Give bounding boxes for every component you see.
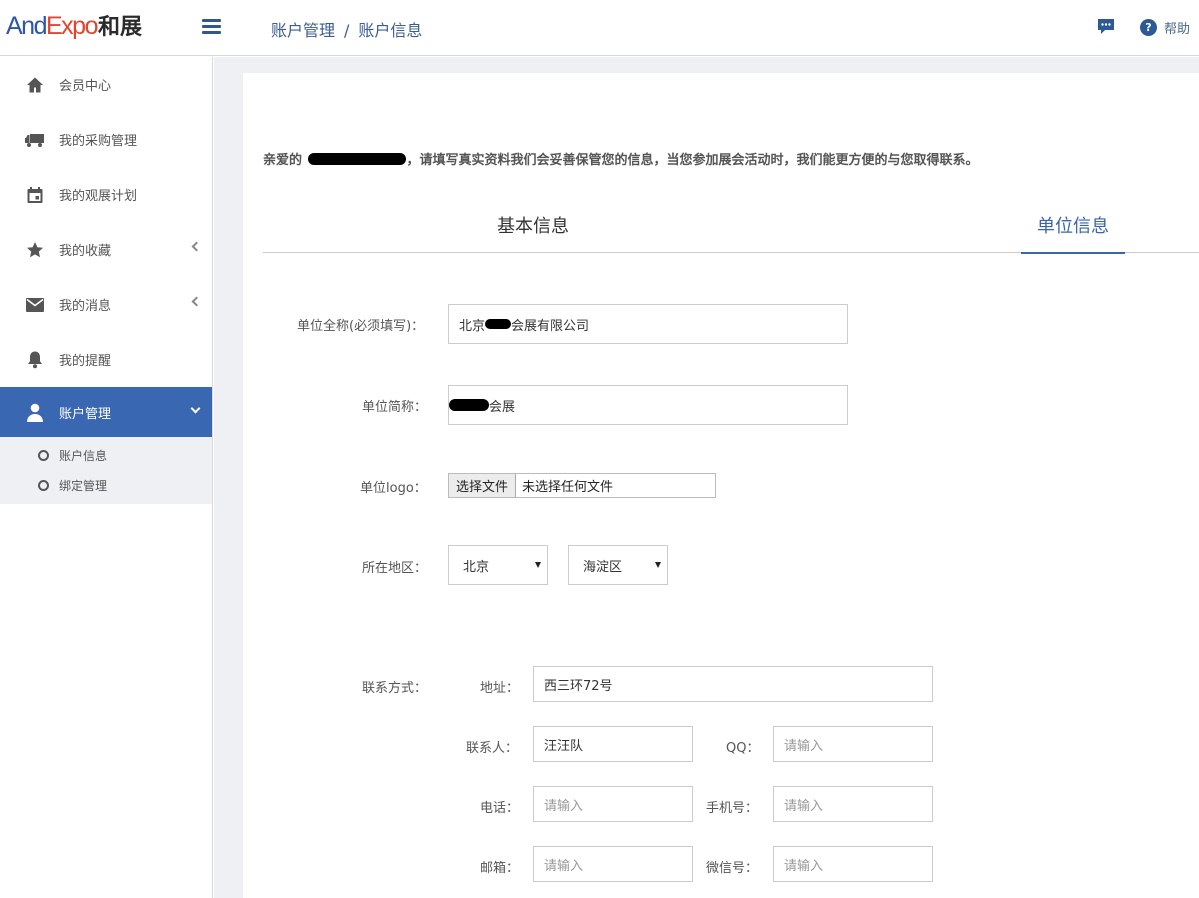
sidebar-item-account[interactable]: 账户管理 — [0, 387, 212, 437]
dropdown-arrow-icon — [655, 562, 661, 568]
breadcrumb-parent[interactable]: 账户管理 — [271, 21, 335, 40]
breadcrumb-current: 账户信息 — [358, 21, 423, 40]
chat-icon[interactable] — [1096, 17, 1116, 36]
email-input[interactable]: 请输入 — [533, 846, 693, 882]
qq-input[interactable]: 请输入 — [773, 726, 933, 762]
top-header: AndExpo和展 账户管理 / 账户信息 ? 帮助 — [0, 0, 1199, 56]
sidebar-item-label: 我的观展计划 — [59, 189, 138, 204]
redacted-company-name — [485, 319, 512, 329]
chevron-left-icon — [191, 241, 202, 252]
full-name-label: 单位全称(必须填写)： — [297, 319, 425, 334]
phone-label: 电话： — [480, 801, 520, 816]
sidebar-item-purchase[interactable]: 我的采购管理 — [0, 112, 212, 167]
account-submenu: 账户信息 绑定管理 — [0, 437, 212, 504]
sidebar-subitem-binding[interactable]: 绑定管理 — [0, 470, 212, 500]
qq-label: QQ： — [726, 741, 760, 756]
subitem-label: 绑定管理 — [59, 478, 108, 493]
contact-label: 联系方式： — [362, 681, 428, 696]
mobile-label: 手机号： — [706, 801, 759, 816]
truck-icon — [25, 130, 45, 150]
help-label: 帮助 — [1164, 21, 1191, 37]
user-icon — [25, 402, 45, 422]
file-status: 未选择任何文件 — [522, 480, 614, 495]
district-select[interactable]: 海淀区 — [568, 545, 668, 585]
mail-icon — [25, 295, 45, 315]
info-tabs: 基本信息 单位信息 — [263, 198, 1199, 254]
wechat-input[interactable]: 请输入 — [773, 846, 933, 882]
circle-icon — [38, 449, 49, 461]
sidebar-item-favorites[interactable]: 我的收藏 — [0, 222, 212, 277]
sidebar-item-label: 我的消息 — [59, 299, 112, 314]
region-label: 所在地区： — [362, 561, 428, 576]
sidebar-item-label: 我的采购管理 — [59, 134, 138, 149]
dropdown-arrow-icon — [535, 562, 541, 568]
redacted-username — [307, 153, 406, 165]
home-icon — [25, 75, 45, 95]
menu-toggle-icon[interactable] — [202, 19, 221, 35]
mobile-input[interactable]: 请输入 — [773, 786, 933, 822]
choose-file-button[interactable]: 选择文件 — [449, 474, 517, 497]
sidebar: 会员中心 我的采购管理 我的观展计划 我的收藏 我的消息 我的提醒 账户管理 账… — [0, 57, 213, 898]
sidebar-item-member-center[interactable]: 会员中心 — [0, 57, 212, 112]
bell-icon — [25, 350, 45, 370]
contact-person-input[interactable]: 汪汪队 — [533, 726, 693, 762]
redacted-short-name — [449, 399, 489, 411]
sidebar-subitem-account-info[interactable]: 账户信息 — [0, 440, 212, 470]
sidebar-item-label: 会员中心 — [59, 79, 112, 94]
full-name-input[interactable]: 北京 会展有限公司 — [448, 304, 848, 344]
tab-unit-info[interactable]: 单位信息 — [1037, 212, 1109, 238]
help-link[interactable]: ? 帮助 — [1140, 18, 1191, 37]
greeting-text: 亲爱的 ，请填写真实资料我们会妥善保管您的信息，当您参加展会活动时，我们能更方便… — [263, 153, 979, 168]
active-tab-indicator — [1021, 252, 1125, 254]
address-label: 地址： — [480, 681, 520, 696]
province-select[interactable]: 北京 — [448, 545, 548, 585]
phone-input[interactable]: 请输入 — [533, 786, 693, 822]
circle-icon — [38, 479, 49, 491]
short-name-input[interactable]: 会展 — [448, 385, 848, 425]
sidebar-item-label: 我的收藏 — [59, 244, 112, 259]
help-icon: ? — [1140, 18, 1157, 36]
sidebar-item-visit-plan[interactable]: 我的观展计划 — [0, 167, 212, 222]
address-input[interactable]: 西三环72号 — [533, 666, 933, 702]
short-name-label: 单位简称： — [362, 400, 428, 415]
logo-file-input[interactable]: 选择文件 未选择任何文件 — [448, 473, 716, 498]
breadcrumb-separator: / — [344, 21, 350, 40]
tab-basic-info[interactable]: 基本信息 — [497, 212, 569, 238]
subitem-label: 账户信息 — [59, 448, 108, 463]
sidebar-item-label: 账户管理 — [59, 406, 112, 422]
andexpo-logo[interactable]: AndExpo和展 — [6, 8, 142, 44]
chevron-down-icon — [190, 403, 201, 414]
star-icon — [25, 240, 45, 260]
sidebar-item-reminders[interactable]: 我的提醒 — [0, 332, 212, 387]
calendar-icon — [25, 185, 45, 205]
chevron-left-icon — [191, 296, 202, 307]
sidebar-item-messages[interactable]: 我的消息 — [0, 277, 212, 332]
wechat-label: 微信号： — [706, 861, 759, 876]
logo-label: 单位logo： — [360, 481, 427, 496]
email-label: 邮箱： — [480, 861, 520, 876]
contact-person-label: 联系人： — [466, 741, 519, 756]
breadcrumb: 账户管理 / 账户信息 — [271, 17, 422, 41]
sidebar-item-label: 我的提醒 — [59, 354, 112, 369]
